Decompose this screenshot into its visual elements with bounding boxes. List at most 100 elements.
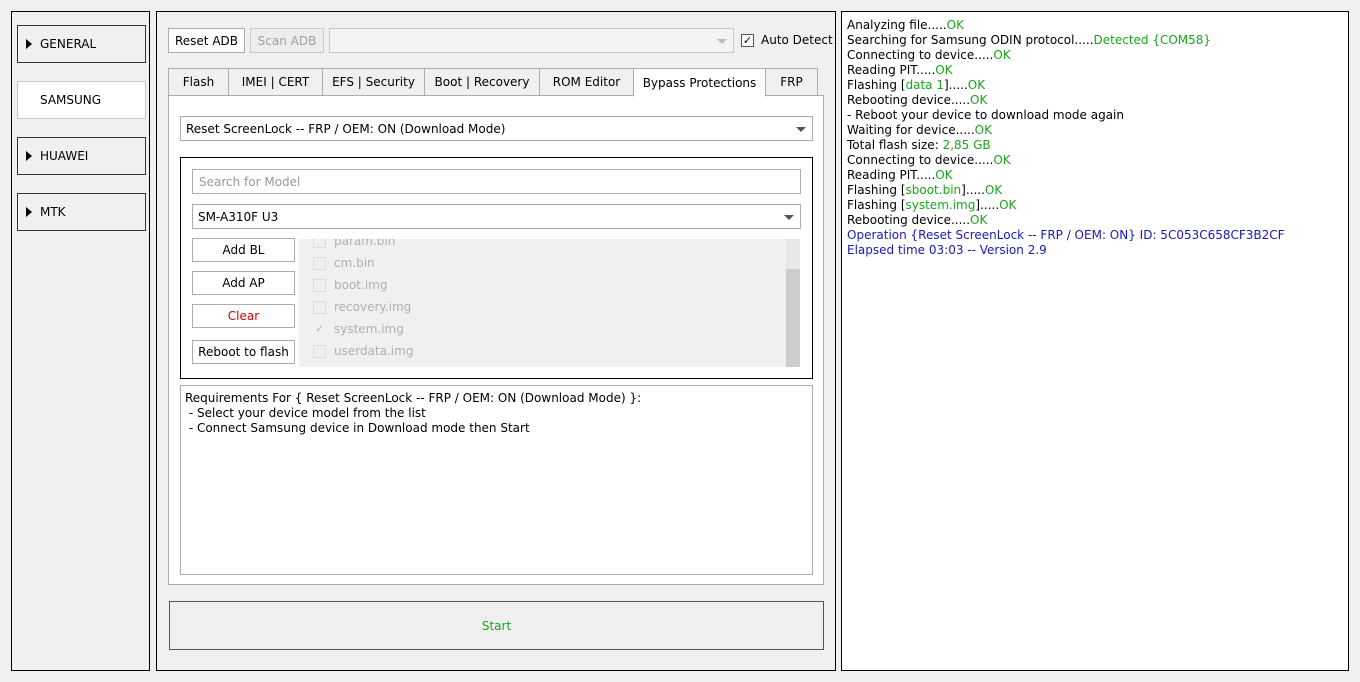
checkmark-icon: ✓ xyxy=(315,323,324,335)
file-checkbox[interactable] xyxy=(313,239,326,248)
log-line: Flashing [system.img].....OK xyxy=(847,198,1343,213)
requirements-text: Requirements For { Reset ScreenLock -- F… xyxy=(180,385,813,575)
scan-adb-button[interactable]: Scan ADB xyxy=(250,28,324,53)
file-list-scrollbar[interactable] xyxy=(786,239,800,367)
tab-boot-recovery[interactable]: Boot | Recovery xyxy=(424,68,540,96)
log-segment: - Reboot your device to download mode ag… xyxy=(847,108,1124,122)
log-segment: 2,85 GB xyxy=(942,138,991,152)
model-search-placeholder: Search for Model xyxy=(199,174,301,189)
file-item[interactable]: cm.bin xyxy=(313,255,375,271)
operation-select[interactable]: Reset ScreenLock -- FRP / OEM: ON (Downl… xyxy=(180,116,813,141)
file-checkbox[interactable] xyxy=(313,278,326,292)
requirements-line: - Select your device model from the list xyxy=(185,406,426,420)
checkmark-icon: ✓ xyxy=(742,34,753,47)
model-select-value: SM-A310F U3 xyxy=(198,209,279,224)
tab-frp[interactable]: FRP xyxy=(765,68,818,96)
log-segment: Flashing [ xyxy=(847,78,906,92)
tab-rom-editor[interactable]: ROM Editor xyxy=(539,68,634,96)
file-checkbox[interactable] xyxy=(313,256,326,270)
log-line: Searching for Samsung ODIN protocol.....… xyxy=(847,33,1343,48)
log-line: Operation {Reset ScreenLock -- FRP / OEM… xyxy=(847,228,1343,243)
tab-imei-cert[interactable]: IMEI | CERT xyxy=(228,68,323,96)
expand-arrow-icon xyxy=(26,151,32,161)
log-segment: OK xyxy=(984,183,1003,197)
file-item[interactable]: userdata.img xyxy=(313,343,413,359)
file-item[interactable]: recovery.img xyxy=(313,299,411,315)
file-name: cm.bin xyxy=(334,256,375,270)
log-segment: ]..... xyxy=(975,198,1000,212)
log-segment: Elapsed time 03:03 -- Version 2.9 xyxy=(847,243,1047,257)
log-output: Analyzing file.....OK Searching for Samsu… xyxy=(841,11,1349,671)
file-name: system.img xyxy=(334,322,404,336)
reset-adb-button[interactable]: Reset ADB xyxy=(168,28,245,53)
log-segment: OK xyxy=(970,93,988,107)
auto-detect-label: Auto Detect xyxy=(761,33,833,47)
log-segment: OK xyxy=(935,168,953,182)
file-list: param.bin cm.bin boot.img recovery.img ✓ xyxy=(299,239,800,367)
log-line: Analyzing file.....OK xyxy=(847,18,1343,33)
log-segment: Rebooting device..... xyxy=(847,93,971,107)
main-panel: Reset ADB Scan ADB ✓ Auto Detect Flash I… xyxy=(156,11,836,671)
log-segment: ]..... xyxy=(961,183,985,197)
log-segment: Total flash size: xyxy=(847,138,943,152)
add-ap-button[interactable]: Add AP xyxy=(192,271,295,295)
file-checkbox[interactable] xyxy=(313,344,326,358)
nav-label: GENERAL xyxy=(40,37,97,51)
nav-label: SAMSUNG xyxy=(40,93,102,107)
tab-content: Reset ScreenLock -- FRP / OEM: ON (Downl… xyxy=(168,95,824,585)
scrollbar-thumb[interactable] xyxy=(786,269,800,367)
log-segment: Flashing [ xyxy=(847,183,906,197)
clear-button[interactable]: Clear xyxy=(192,304,295,328)
model-search-input[interactable]: Search for Model xyxy=(192,169,801,194)
log-segment: Reading PIT..... xyxy=(847,63,936,77)
log-segment: Reading PIT..... xyxy=(847,168,936,182)
log-segment: OK xyxy=(974,123,992,137)
start-button[interactable]: Start xyxy=(169,601,824,650)
nav-mtk-button[interactable]: MTK xyxy=(17,193,146,231)
auto-detect-checkbox[interactable]: ✓ xyxy=(741,34,754,47)
log-segment: Detected {COM58} xyxy=(1093,33,1212,47)
nav-label: MTK xyxy=(40,205,66,219)
file-checkbox[interactable]: ✓ xyxy=(313,322,326,336)
model-select[interactable]: SM-A310F U3 xyxy=(192,204,801,229)
nav-label: HUAWEI xyxy=(40,149,89,163)
file-name: boot.img xyxy=(334,278,388,292)
file-name: recovery.img xyxy=(334,300,412,314)
tab-bypass-protections[interactable]: Bypass Protections xyxy=(633,68,766,97)
log-segment: sboot.bin xyxy=(905,183,962,197)
log-line: Rebooting device.....OK xyxy=(847,93,1343,108)
log-line: Connecting to device.....OK xyxy=(847,48,1343,63)
file-item[interactable]: ✓ system.img xyxy=(313,321,404,337)
chevron-down-icon xyxy=(717,38,727,44)
reboot-to-flash-button[interactable]: Reboot to flash xyxy=(192,340,295,364)
add-bl-button[interactable]: Add BL xyxy=(192,238,295,262)
expand-arrow-icon xyxy=(26,39,32,49)
tab-efs-security[interactable]: EFS | Security xyxy=(322,68,425,96)
log-segment: Connecting to device..... xyxy=(847,153,994,167)
log-segment: Waiting for device..... xyxy=(847,123,975,137)
log-segment: OK xyxy=(970,213,988,227)
category-panel: GENERAL SAMSUNG HUAWEI MTK xyxy=(11,11,150,671)
log-segment: OK xyxy=(999,198,1017,212)
operation-select-value: Reset ScreenLock -- FRP / OEM: ON (Downl… xyxy=(186,121,506,136)
port-select[interactable] xyxy=(329,28,734,53)
file-checkbox[interactable] xyxy=(313,300,326,314)
requirements-line: Requirements For { Reset ScreenLock -- F… xyxy=(185,391,642,405)
file-item[interactable]: param.bin xyxy=(313,239,395,249)
log-line: Total flash size: 2,85 GB xyxy=(847,138,1343,153)
log-segment: Flashing [ xyxy=(847,198,906,212)
log-line: Flashing [data 1].....OK xyxy=(847,78,1343,93)
log-segment: Analyzing file..... xyxy=(847,18,947,32)
file-item[interactable]: boot.img xyxy=(313,277,387,293)
nav-general-button[interactable]: GENERAL xyxy=(17,25,146,63)
model-files-group: Search for Model SM-A310F U3 Add BL Add … xyxy=(180,157,813,379)
nav-huawei-button[interactable]: HUAWEI xyxy=(17,137,146,175)
log-segment: Rebooting device..... xyxy=(847,213,971,227)
chevron-down-icon xyxy=(796,126,806,132)
log-segment: data 1 xyxy=(905,78,944,92)
log-segment: Connecting to device..... xyxy=(847,48,994,62)
log-segment: OK xyxy=(993,153,1011,167)
log-segment: OK xyxy=(993,48,1011,62)
nav-samsung-button[interactable]: SAMSUNG xyxy=(17,81,146,119)
tab-flash[interactable]: Flash xyxy=(168,68,229,96)
